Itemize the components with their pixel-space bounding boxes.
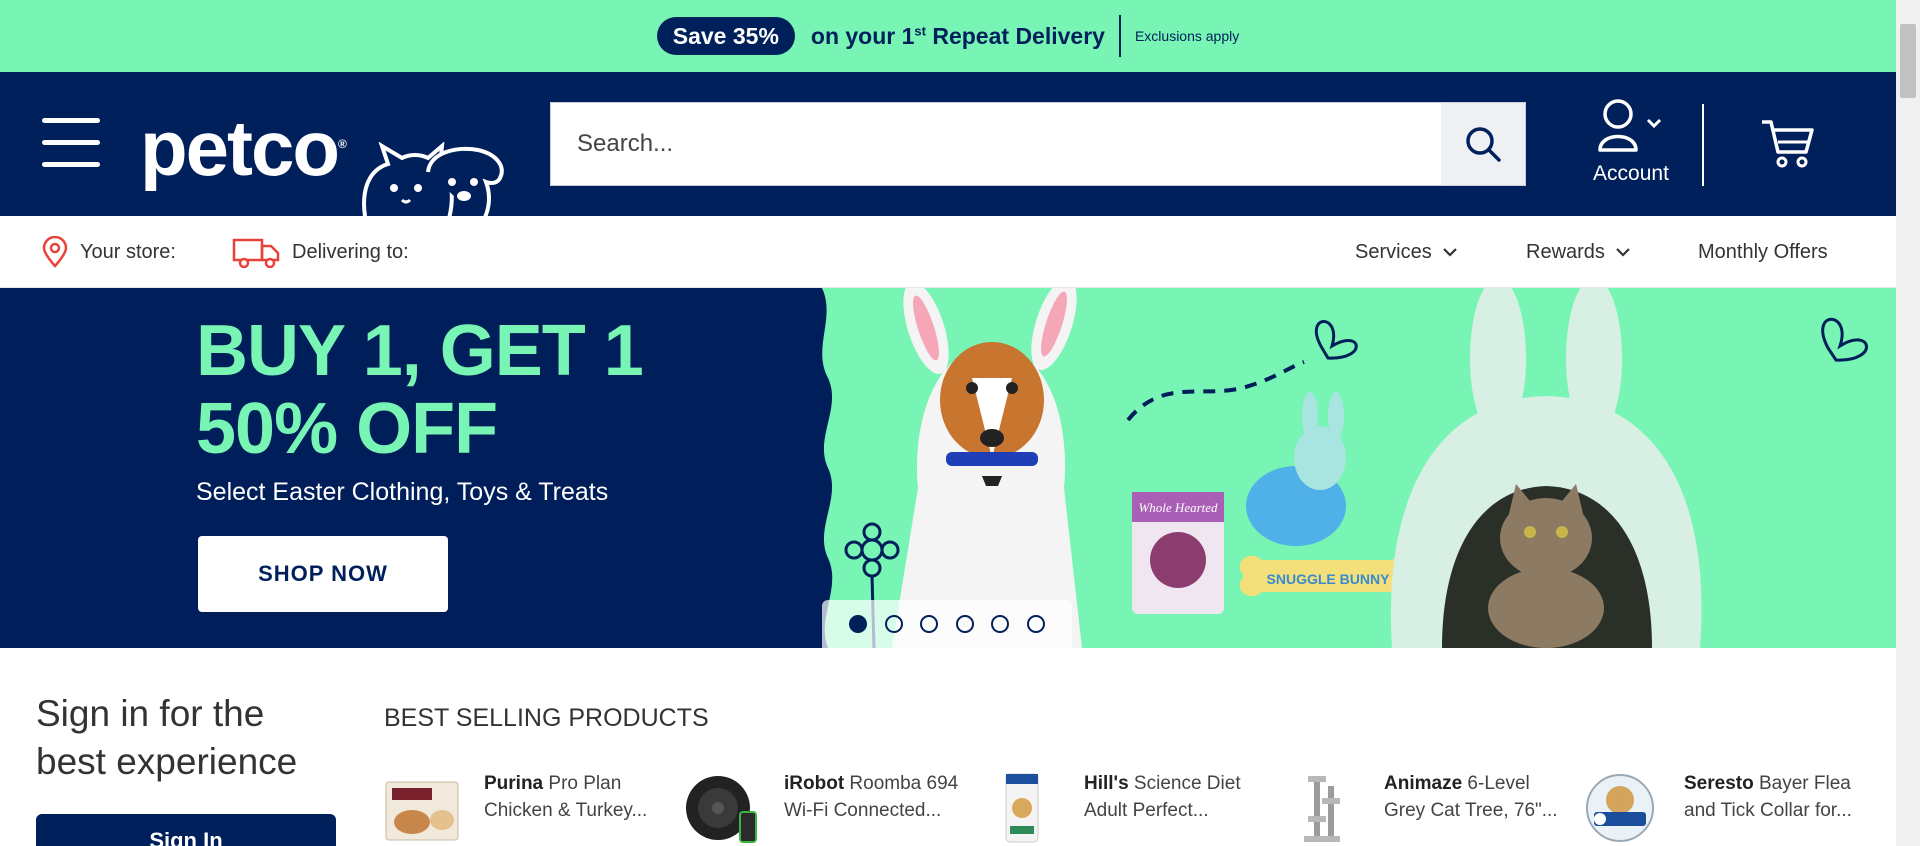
hero-subtitle: Select Easter Clothing, Toys & Treats [196, 478, 609, 506]
signin-prompt: Sign in for the best experience [36, 693, 298, 782]
exclusions-link[interactable]: Exclusions apply [1135, 28, 1239, 44]
treat-bag: Whole Hearted [1132, 492, 1224, 614]
chevron-down-icon [1442, 248, 1457, 257]
cart-button[interactable] [1760, 118, 1814, 168]
product-card[interactable]: Hill's Science Diet Adult Perfect... [984, 768, 1274, 846]
product-card[interactable]: Animaze 6-Level Grey Cat Tree, 76"... [1284, 768, 1574, 846]
product-thumbnail [1005, 773, 1039, 843]
header-divider [1702, 104, 1704, 186]
best-selling-title: BEST SELLING PRODUCTS [384, 704, 709, 732]
product-card[interactable]: iRobot Roomba 694 Wi-Fi Connected... [684, 768, 974, 846]
delivery-truck-icon [232, 238, 280, 268]
carousel-dot[interactable] [991, 615, 1010, 633]
services-menu[interactable]: Services [1355, 216, 1470, 288]
product-name: Hill's Science Diet Adult Perfect... [1084, 773, 1241, 821]
butterfly-icon [1314, 320, 1358, 360]
monthly-offers-link[interactable]: Monthly Offers [1698, 216, 1828, 288]
promo-text: on your 1st Repeat Delivery [810, 22, 1105, 49]
monthly-offers-label: Monthly Offers [1698, 240, 1828, 263]
product-card[interactable]: Purina Pro Plan Chicken & Turkey... [384, 768, 674, 846]
carousel-dot[interactable] [955, 615, 974, 633]
site-header: petco® Account [0, 72, 1896, 216]
rewards-label: Rewards [1526, 240, 1605, 263]
page-scrollbar[interactable] [1896, 0, 1920, 846]
carousel-dot[interactable] [849, 615, 868, 633]
your-store-label: Your store: [80, 240, 176, 263]
delivery-location-selector[interactable]: Delivering to: [232, 216, 409, 288]
promo-divider [1118, 15, 1121, 57]
product-thumbnail [385, 781, 459, 841]
product-card[interactable]: Seresto Bayer Flea and Tick Collar for..… [1584, 768, 1874, 846]
product-thumbnail [686, 776, 757, 843]
account-label: Account [1593, 162, 1669, 185]
product-thumbnail [1304, 776, 1340, 842]
easter-pets-illustration: Whole Hearted SNUGGLE BUNNY [822, 288, 1868, 648]
delivering-to-label: Delivering to: [292, 240, 409, 263]
search-input[interactable] [551, 103, 1441, 185]
search-bar [550, 102, 1526, 186]
store-delivery-nav: Your store: Delivering to: Services Rewa… [0, 216, 1896, 288]
hero-title: BUY 1, GET 1 50% OFF [196, 311, 644, 469]
scrollbar-thumb[interactable] [1900, 24, 1916, 98]
hero-image: Whole Hearted SNUGGLE BUNNY [822, 288, 1896, 648]
carousel-dot[interactable] [920, 615, 939, 633]
carousel-dot[interactable] [884, 615, 903, 633]
promo-pill: Save 35% [656, 17, 795, 55]
promo-banner[interactable]: Save 35% on your 1st Repeat Delivery Exc… [0, 0, 1896, 72]
search-icon [1466, 127, 1501, 162]
cat-dog-mascot-icon [362, 142, 504, 216]
dog-bunny-costume [892, 288, 1082, 648]
cart-icon [1762, 120, 1814, 168]
svg-text:Whole Hearted: Whole Hearted [1138, 500, 1218, 515]
search-button[interactable] [1441, 103, 1525, 185]
product-name: Seresto Bayer Flea and Tick Collar for..… [1684, 773, 1852, 821]
product-name: iRobot Roomba 694 Wi-Fi Connected... [784, 773, 959, 821]
menu-icon[interactable] [42, 118, 100, 168]
account-menu[interactable]: Account [1568, 98, 1698, 194]
chevron-down-icon [1616, 248, 1630, 257]
hero-banner[interactable]: BUY 1, GET 1 50% OFF Select Easter Cloth… [0, 288, 1896, 648]
bunny-toy: SNUGGLE BUNNY [1239, 392, 1415, 597]
your-store-selector[interactable]: Your store: [42, 216, 176, 288]
rewards-menu[interactable]: Rewards [1526, 216, 1643, 288]
carousel-indicators [822, 600, 1072, 648]
user-icon [1598, 99, 1662, 152]
svg-text:SNUGGLE BUNNY: SNUGGLE BUNNY [1267, 571, 1391, 587]
petco-logo[interactable]: petco® [140, 102, 347, 190]
services-label: Services [1355, 240, 1432, 263]
butterfly-icon [1821, 317, 1868, 362]
product-name: Purina Pro Plan Chicken & Turkey... [484, 773, 648, 821]
product-name: Animaze 6-Level Grey Cat Tree, 76"... [1384, 773, 1558, 821]
product-thumbnail [1586, 774, 1654, 842]
carousel-dot[interactable] [1026, 615, 1045, 633]
sign-in-button[interactable]: Sign In [36, 814, 336, 846]
cat-bed [1390, 288, 1702, 648]
shop-now-button[interactable]: SHOP NOW [198, 536, 448, 612]
location-pin-icon [42, 236, 68, 268]
